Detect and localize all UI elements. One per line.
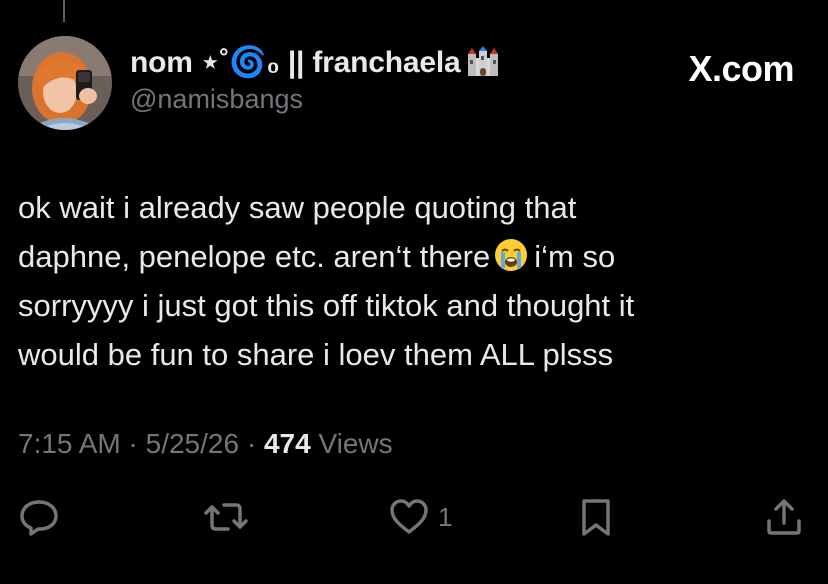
share-button[interactable] — [764, 492, 804, 542]
tweet-text-line: daphne, penelope etc. aren‘t there i‘m s… — [18, 232, 798, 281]
reply-button[interactable] — [18, 492, 60, 542]
tweet-time[interactable]: 7:15 AM — [18, 428, 121, 459]
tweet-text-segment: i‘m so — [534, 239, 616, 274]
brand-watermark: X.com — [688, 48, 794, 89]
reply-icon — [18, 497, 60, 537]
loudly-crying-face-icon — [494, 237, 528, 271]
retweet-button[interactable] — [202, 492, 250, 542]
like-button[interactable]: 1 — [388, 492, 452, 542]
tweet-text-segment: daphne, penelope etc. aren‘t there — [18, 239, 491, 274]
castle-icon — [466, 46, 500, 78]
like-count: 1 — [438, 501, 453, 532]
display-name[interactable]: nom ⋆˚🌀₀ || franchaela — [130, 45, 461, 80]
tweet-date[interactable]: 5/25/26 — [146, 428, 239, 459]
tweet-text: ok wait i already saw people quoting tha… — [18, 183, 798, 379]
share-icon — [764, 497, 804, 537]
thread-connector-line — [63, 0, 65, 22]
action-bar: 1 — [0, 492, 828, 542]
bookmark-icon — [578, 497, 614, 537]
tweet-text-line: ok wait i already saw people quoting tha… — [18, 190, 577, 225]
avatar[interactable] — [18, 36, 112, 130]
tweet-text-line: would be fun to share i loev them ALL pl… — [18, 337, 614, 372]
retweet-icon — [202, 497, 250, 537]
views-label: Views — [318, 428, 393, 459]
heart-icon — [388, 497, 430, 537]
tweet-text-line: sorryyyy i just got this off tiktok and … — [18, 288, 635, 323]
tweet-meta: 7:15 AM · 5/25/26 · 474 Views — [18, 428, 393, 460]
meta-separator: · — [128, 428, 138, 459]
bookmark-button[interactable] — [578, 492, 614, 542]
meta-separator: · — [246, 428, 257, 459]
views-count: 474 — [263, 428, 311, 459]
